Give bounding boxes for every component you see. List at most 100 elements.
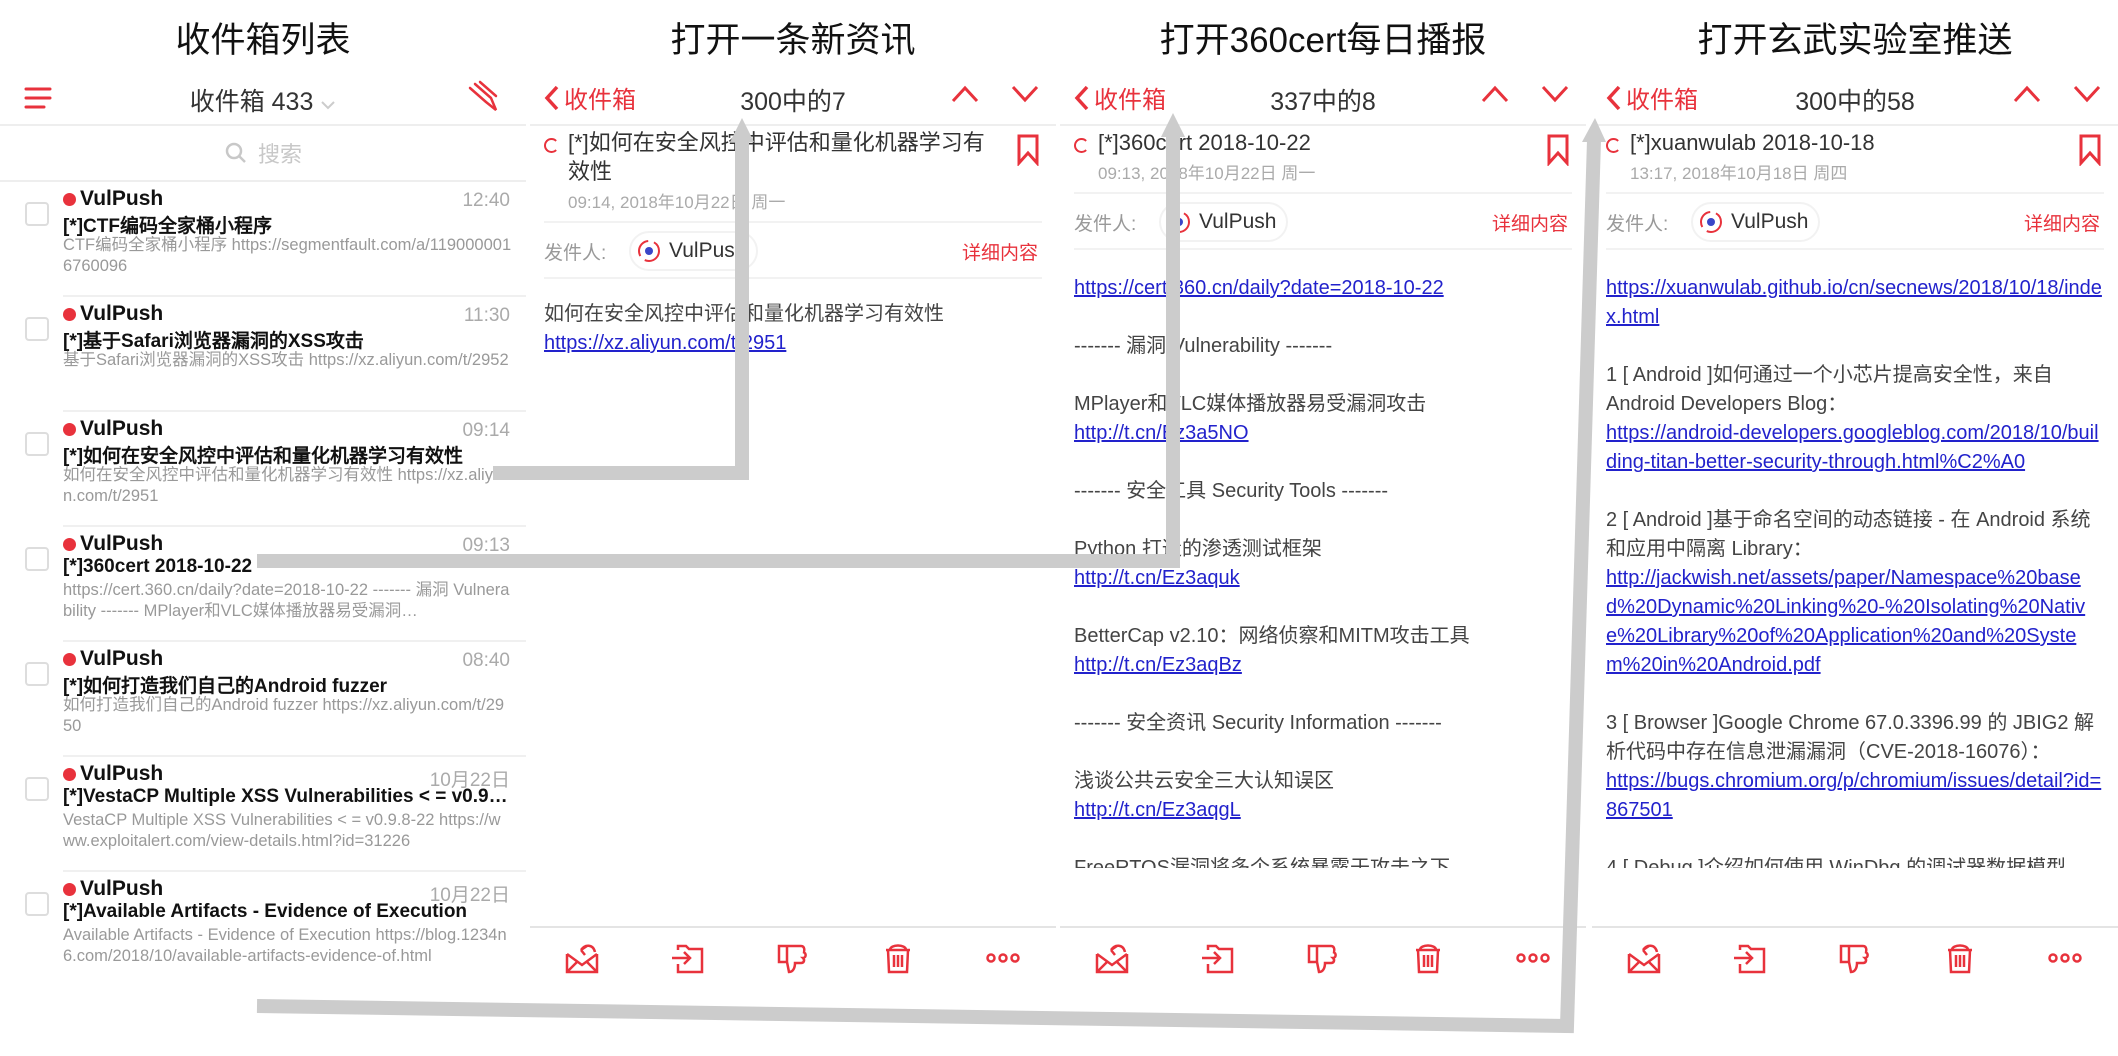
details-link[interactable]: 详细内容	[962, 238, 1038, 265]
thumbs-down-icon	[777, 944, 807, 974]
select-checkbox[interactable]	[25, 317, 49, 341]
message-header: 收件箱 300中的7	[530, 72, 1056, 126]
search-input[interactable]: 搜索	[258, 137, 302, 169]
panel-caption: 收件箱列表	[175, 21, 351, 60]
select-checkbox[interactable]	[25, 662, 49, 686]
trash-button[interactable]	[1940, 940, 1980, 976]
message-preview: 如何在安全风控中评估和量化机器学习有效性 https://xz.aliyun.c…	[63, 466, 503, 505]
bookmark-icon[interactable]	[1546, 134, 1570, 166]
body-link[interactable]: http://t.cn/Ez3aqBz	[1074, 654, 1242, 676]
search-bar[interactable]: 搜索	[0, 126, 526, 182]
sender-name: VulPush	[80, 762, 164, 785]
sender: VulPush	[63, 762, 163, 786]
select-checkbox[interactable]	[25, 777, 49, 801]
message-row[interactable]: VulPush 10月22日 [*]Available Artifacts - …	[0, 872, 526, 987]
bookmark-icon[interactable]	[2078, 134, 2102, 166]
body-link[interactable]: http://t.cn/Ez3a5NO	[1074, 422, 1249, 444]
body-text: ------- 漏洞 Vulnerability -------	[1074, 335, 1333, 357]
move-to-folder-button[interactable]	[1730, 940, 1770, 976]
next-message-icon[interactable]	[1010, 84, 1040, 104]
inbox-header: 收件箱 433	[0, 72, 526, 126]
thumbs-down-button[interactable]	[1303, 940, 1343, 976]
message-preview: CTF编码全家桶小程序 https://segmentfault.com/a/1…	[63, 236, 512, 275]
sender-chip[interactable]: VulPush	[1691, 202, 1821, 242]
body-link[interactable]: https://android-developers.googleblog.co…	[1606, 422, 2099, 473]
body-paragraph: ------- 安全资讯 Security Information ------…	[1074, 709, 1572, 738]
sender: VulPush	[63, 877, 163, 901]
body-text: 2 [ Android ]基于命名空间的动态链接 - 在 Android 系统和…	[1606, 509, 2091, 560]
message-subject: [*]如何在安全风控中评估和量化机器学习有效性	[568, 130, 985, 184]
message-meta: [*]xuanwulab 2018-10-18 13:17, 2018年10月1…	[1606, 128, 2104, 868]
unread-dot-icon	[63, 767, 76, 781]
message-row[interactable]: VulPush 09:13 [*]360cert 2018-10-22 http…	[0, 527, 526, 642]
more-button[interactable]	[2045, 940, 2085, 976]
previous-message-icon[interactable]	[2012, 84, 2042, 104]
body-link[interactable]: http://t.cn/Ez3aqgL	[1074, 799, 1241, 821]
body-text: ------- 安全资讯 Security Information ------…	[1074, 712, 1442, 734]
trash-button[interactable]	[1408, 940, 1448, 976]
select-checkbox[interactable]	[25, 892, 49, 916]
unread-dot-icon	[63, 882, 76, 896]
sender-bar: 发件人: VulPush 详细内容	[544, 221, 1042, 279]
body-paragraph: 4 [ Debug ]介绍如何使用 WinDbg 的调试器数据模型 C++ 接口…	[1606, 854, 2104, 868]
reply-button[interactable]	[563, 940, 603, 976]
body-text: 1 [ Android ]如何通过一个小芯片提高安全性，来自 Android D…	[1606, 364, 2053, 415]
message-time: 12:40	[462, 190, 510, 211]
message-subject: [*]Available Artifacts - Evidence of Exe…	[63, 901, 468, 922]
thumbs-down-button[interactable]	[773, 940, 813, 976]
previous-message-icon[interactable]	[950, 84, 980, 104]
trash-button[interactable]	[878, 940, 918, 976]
message-time: 09:13	[462, 535, 510, 556]
body-text: 4 [ Debug ]介绍如何使用 WinDbg 的调试器数据模型 C++ 接口…	[1606, 857, 2067, 868]
body-link[interactable]: https://cert.360.cn/daily?date=2018-10-2…	[1074, 277, 1444, 299]
unread-dot-icon	[63, 422, 76, 436]
trash-icon	[1416, 944, 1441, 974]
body-link[interactable]: https://bugs.chromium.org/p/chromium/iss…	[1606, 770, 2101, 821]
details-link[interactable]: 详细内容	[1492, 209, 1568, 236]
body-paragraph: 2 [ Android ]基于命名空间的动态链接 - 在 Android 系统和…	[1606, 506, 2104, 680]
panel-caption: 打开一条新资讯	[670, 21, 916, 60]
message-row[interactable]: VulPush 11:30 [*]基于Safari浏览器漏洞的XSS攻击 基于S…	[0, 297, 526, 412]
unread-ring-icon	[1606, 138, 1621, 153]
body-paragraph: 1 [ Android ]如何通过一个小芯片提高安全性，来自 Android D…	[1606, 361, 2104, 477]
unread-dot-icon	[63, 652, 76, 666]
move-to-folder-button[interactable]	[668, 940, 708, 976]
reply-button[interactable]	[1093, 940, 1133, 976]
trash-icon	[1948, 944, 1973, 974]
body-link[interactable]: http://jackwish.net/assets/paper/Namespa…	[1606, 567, 2085, 676]
message-preview: https://cert.360.cn/daily?date=2018-10-2…	[63, 581, 510, 620]
thumbs-down-button[interactable]	[1835, 940, 1875, 976]
compose-icon[interactable]	[466, 80, 500, 114]
select-checkbox[interactable]	[25, 432, 49, 456]
bookmark-icon[interactable]	[1016, 134, 1040, 166]
select-checkbox[interactable]	[25, 202, 49, 226]
previous-message-icon[interactable]	[1480, 84, 1510, 104]
next-message-icon[interactable]	[1540, 84, 1570, 104]
body-paragraph: FreeRTOS漏洞将多个系统暴露于攻击之下http://t.cn/Ez3aqD…	[1074, 854, 1572, 868]
more-button[interactable]	[1513, 940, 1553, 976]
sender-chip[interactable]: VulPush	[1159, 202, 1289, 242]
message-date: 13:17, 2018年10月18日 周四	[1630, 164, 1848, 183]
body-link[interactable]: https://xz.aliyun.com/t/2951	[544, 332, 786, 354]
sender-bar: 发件人: VulPush 详细内容	[1606, 192, 2104, 250]
inbox-title[interactable]: 收件箱 433	[0, 82, 526, 118]
sender-chip[interactable]: VulPush	[629, 231, 759, 271]
reply-button[interactable]	[1625, 940, 1665, 976]
body-link[interactable]: http://t.cn/Ez3aquk	[1074, 567, 1240, 589]
body-link[interactable]: https://xuanwulab.github.io/cn/secnews/2…	[1606, 277, 2102, 328]
action-toolbar	[1592, 926, 2118, 988]
select-checkbox[interactable]	[25, 547, 49, 571]
message-row[interactable]: VulPush 08:40 [*]如何打造我们自己的Android fuzzer…	[0, 642, 526, 757]
search-icon	[225, 142, 246, 163]
message-body: 如何在安全风控中评估和量化机器学习有效性 https://xz.aliyun.co…	[544, 300, 1042, 387]
move-to-folder-button[interactable]	[1198, 940, 1238, 976]
message-row[interactable]: VulPush 09:14 [*]如何在安全风控中评估和量化机器学习有效性 如何…	[0, 412, 526, 527]
next-message-icon[interactable]	[2072, 84, 2102, 104]
chevron-down-icon	[321, 101, 336, 110]
action-toolbar	[1060, 926, 1586, 988]
message-row[interactable]: VulPush 10月22日 [*]VestaCP Multiple XSS V…	[0, 757, 526, 872]
message-subject: [*]VestaCP Multiple XSS Vulnerabilities …	[63, 786, 512, 807]
more-button[interactable]	[983, 940, 1023, 976]
details-link[interactable]: 详细内容	[2024, 209, 2100, 236]
message-row[interactable]: VulPush 12:40 [*]CTF编码全家桶小程序 CTF编码全家桶小程序…	[0, 182, 526, 297]
